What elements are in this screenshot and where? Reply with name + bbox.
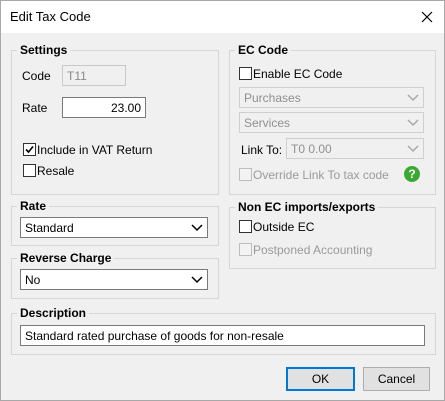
resale-checkbox[interactable] (23, 164, 36, 177)
reverse-charge-group-title: Reverse Charge (17, 251, 115, 265)
rate-field[interactable]: 23.00 (62, 97, 146, 118)
include-vat-checkbox[interactable] (23, 143, 36, 156)
postponed-accounting-label[interactable]: Postponed Accounting (253, 243, 372, 257)
close-icon (421, 11, 433, 23)
rate-dropdown[interactable]: Standard (20, 217, 208, 238)
ec-code-group-title: EC Code (235, 43, 292, 57)
chevron-down-icon (407, 118, 419, 126)
chevron-down-icon (191, 275, 203, 283)
ec-category-value: Services (244, 115, 291, 130)
reverse-charge-group: Reverse Charge No (11, 251, 219, 299)
postponed-accounting-checkbox[interactable] (239, 243, 252, 256)
help-icon[interactable]: ? (404, 166, 420, 182)
enable-ec-label[interactable]: Enable EC Code (253, 67, 342, 81)
override-link-label[interactable]: Override Link To tax code (253, 168, 389, 182)
reverse-charge-value: No (25, 272, 41, 287)
window-title: Edit Tax Code (10, 9, 91, 24)
non-ec-group-title: Non EC imports/exports (235, 200, 379, 214)
description-field[interactable]: Standard rated purchase of goods for non… (20, 325, 425, 346)
override-link-checkbox[interactable] (239, 168, 252, 181)
cancel-button-label: Cancel (377, 372, 416, 386)
link-to-label: Link To: (241, 143, 283, 157)
description-value: Standard rated purchase of goods for non… (25, 328, 284, 343)
include-vat-label[interactable]: Include in VAT Return (37, 143, 152, 157)
link-to-value: T0 0.00 (291, 141, 332, 156)
resale-label[interactable]: Resale (37, 164, 74, 178)
ok-button[interactable]: OK (286, 367, 355, 391)
code-label: Code (22, 69, 51, 83)
close-button[interactable] (410, 1, 444, 33)
rate-dropdown-value: Standard (25, 220, 74, 235)
cancel-button[interactable]: Cancel (363, 367, 430, 391)
outside-ec-checkbox[interactable] (239, 220, 252, 233)
link-to-dropdown[interactable]: T0 0.00 (286, 138, 424, 159)
chevron-down-icon (407, 144, 419, 152)
outside-ec-label[interactable]: Outside EC (253, 220, 314, 234)
ec-code-group: EC Code Enable EC Code Purchases Service… (229, 43, 436, 195)
checkmark-icon (25, 145, 34, 154)
ec-type-dropdown[interactable]: Purchases (239, 87, 424, 108)
rate-label: Rate (22, 101, 48, 115)
enable-ec-checkbox[interactable] (239, 67, 252, 80)
chevron-down-icon (407, 93, 419, 101)
settings-group-title: Settings (17, 43, 71, 57)
non-ec-group: Non EC imports/exports Outside EC Postpo… (229, 200, 436, 269)
rate-group-title: Rate (17, 199, 50, 213)
ec-category-dropdown[interactable]: Services (239, 112, 424, 133)
code-field: T11 (62, 65, 126, 86)
help-icon-glyph: ? (408, 167, 416, 181)
code-value: T11 (67, 68, 87, 83)
settings-group: Settings Code T11 Rate 23.00 Include in … (11, 43, 219, 195)
title-bar: Edit Tax Code (1, 1, 444, 33)
ec-type-value: Purchases (244, 90, 301, 105)
description-group: Description Standard rated purchase of g… (11, 306, 436, 355)
rate-group: Rate Standard (11, 199, 219, 246)
reverse-charge-dropdown[interactable]: No (20, 269, 208, 290)
description-group-title: Description (17, 306, 90, 320)
rate-value: 23.00 (110, 100, 141, 115)
chevron-down-icon (191, 223, 203, 231)
edit-tax-code-dialog: Edit Tax Code Settings Code T11 Rate 23.… (0, 0, 445, 401)
ok-button-label: OK (311, 372, 330, 386)
